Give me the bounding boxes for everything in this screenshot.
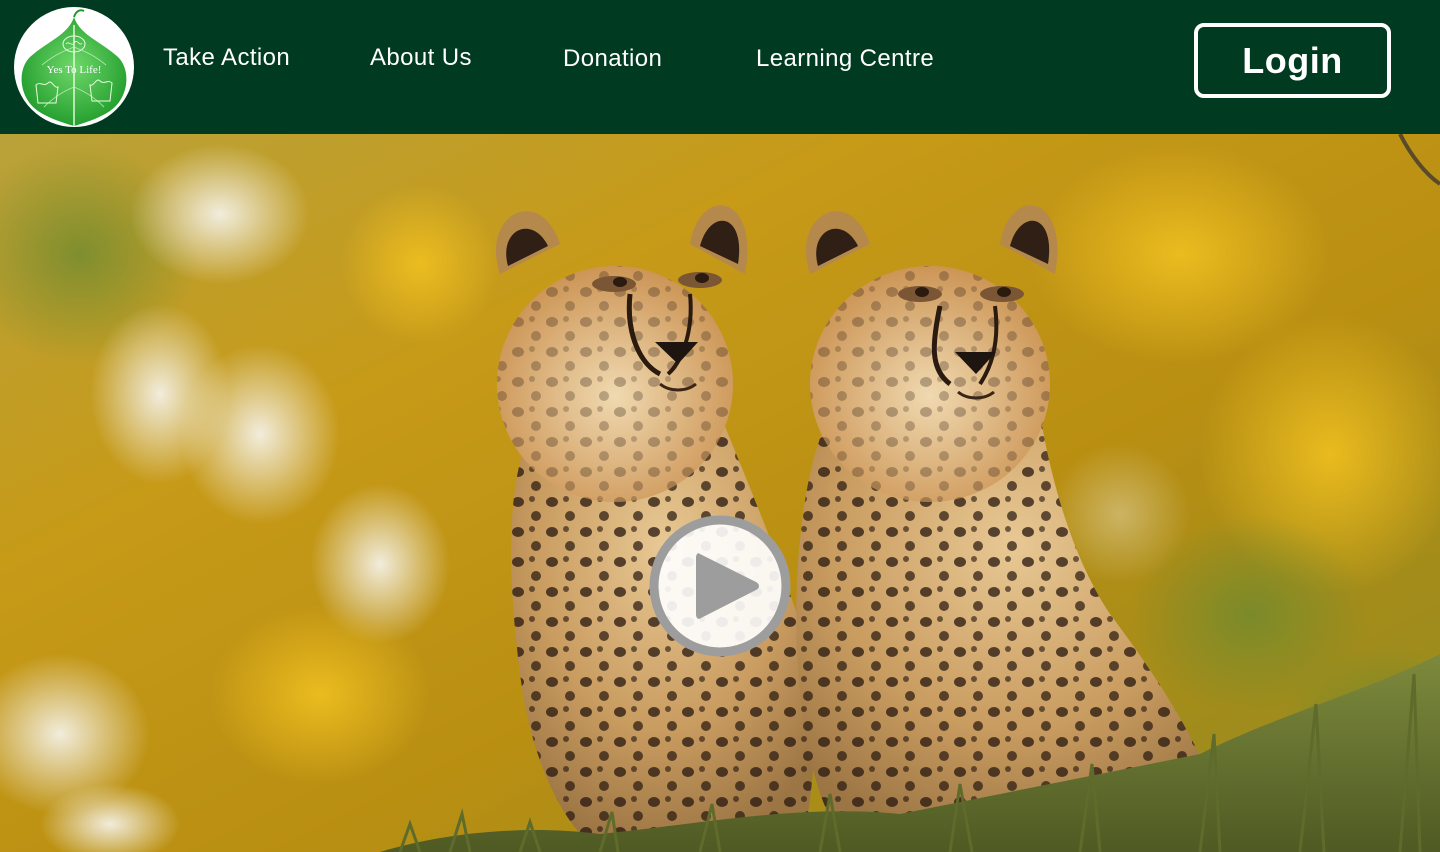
nav-link-take-action[interactable]: Take Action — [163, 41, 290, 75]
hero-video[interactable] — [0, 134, 1440, 852]
nav-link-donation[interactable]: Donation — [563, 42, 662, 76]
top-navbar: Yes To Life! Take Action About Us Donati… — [0, 0, 1440, 134]
site-logo[interactable]: Yes To Life! — [14, 7, 134, 127]
login-button[interactable]: Login — [1194, 23, 1391, 98]
nav-link-about-us[interactable]: About Us — [370, 41, 472, 75]
nav-link-learning-centre[interactable]: Learning Centre — [756, 42, 934, 76]
leaf-logo-icon: Yes To Life! — [21, 9, 127, 126]
hero-image — [0, 134, 1440, 852]
play-icon — [649, 515, 791, 657]
play-button[interactable] — [648, 514, 792, 658]
logo-text: Yes To Life! — [47, 64, 102, 76]
